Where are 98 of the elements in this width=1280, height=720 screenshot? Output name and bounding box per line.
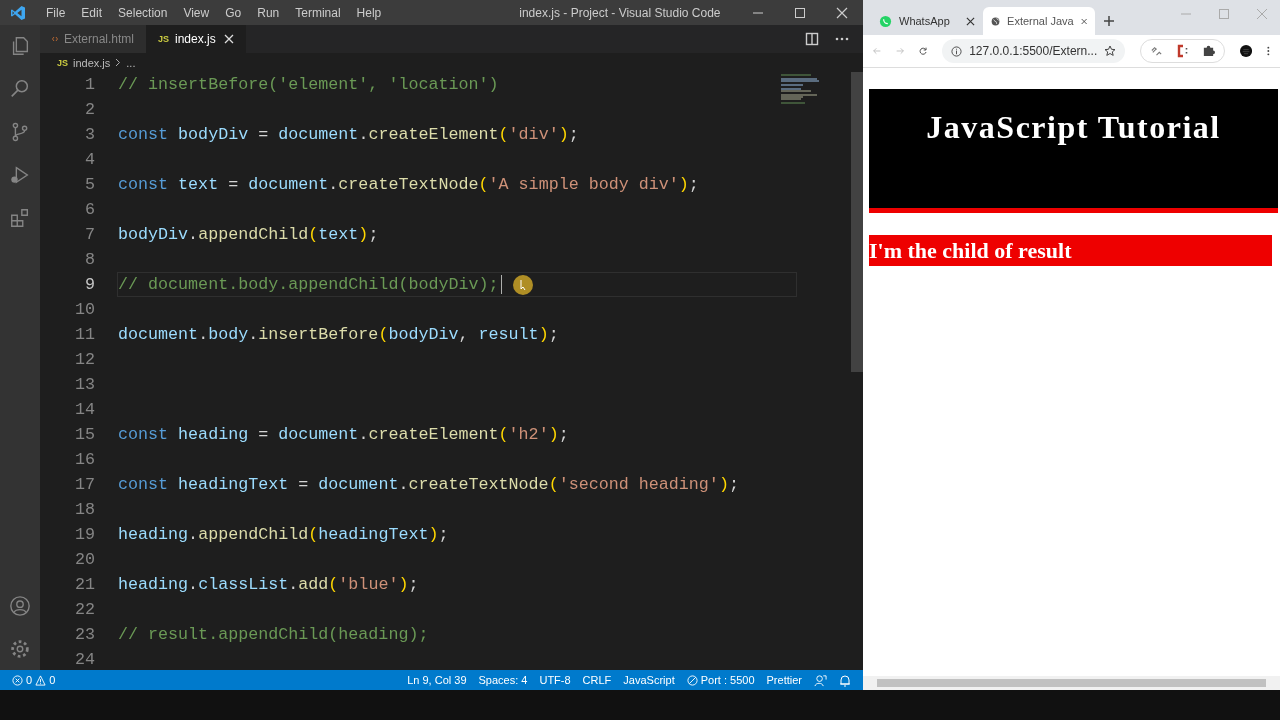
menu-item[interactable]: Selection xyxy=(110,5,176,20)
profile-avatar[interactable] xyxy=(1240,42,1253,60)
menu-icon[interactable] xyxy=(1267,44,1270,58)
line-number: 16 xyxy=(73,450,95,469)
line-number: 14 xyxy=(73,400,95,419)
line-number: 10 xyxy=(73,300,95,319)
close-icon[interactable] xyxy=(966,16,975,26)
search-icon[interactable] xyxy=(9,78,31,100)
breadcrumb-item[interactable]: ... xyxy=(126,56,136,69)
file-type-label: JS xyxy=(158,34,169,44)
status-item[interactable]: Ln 9, Col 39 xyxy=(407,674,467,686)
status-item[interactable]: Port : 5500 xyxy=(700,674,755,686)
run-debug-icon[interactable] xyxy=(9,164,31,186)
tab-label: External.html xyxy=(63,32,134,46)
mouse-pointer-icon xyxy=(512,273,535,296)
editor-tab[interactable]: JS index.js xyxy=(146,25,246,53)
code-line: const headingText = document.createTextNode('second heading'); xyxy=(118,475,739,494)
menu-item[interactable]: Go xyxy=(217,5,250,20)
line-number: 24 xyxy=(73,650,95,669)
status-item[interactable]: Spaces: 4 xyxy=(478,674,528,686)
settings-icon[interactable] xyxy=(9,638,31,660)
code-line: bodyDiv.appendChild(text); xyxy=(118,225,379,244)
line-number: 5 xyxy=(84,175,95,194)
code-line: heading.classList.add('blue'); xyxy=(118,575,419,594)
code-line: // document.body.appendChild(bodyDiv); xyxy=(118,275,499,294)
more-icon[interactable] xyxy=(835,37,849,41)
chat-bubble-icon xyxy=(879,14,892,28)
scrollbar[interactable] xyxy=(863,676,1280,690)
menu-item[interactable]: Run xyxy=(249,5,288,20)
status-item[interactable]: CRLF xyxy=(582,674,612,686)
menu-item[interactable]: Help xyxy=(348,5,390,20)
text-cursor xyxy=(500,275,503,294)
line-number: 7 xyxy=(84,225,95,244)
line-number: 17 xyxy=(73,475,95,494)
line-number: 3 xyxy=(84,125,95,144)
line-number: 12 xyxy=(73,350,95,369)
warning-count[interactable]: 0 xyxy=(49,674,56,686)
line-number: 15 xyxy=(73,425,95,444)
browser-tab[interactable]: WhatsApp xyxy=(871,7,983,35)
code-line: const heading = document.createElement('h2'); xyxy=(118,425,569,444)
breadcrumb-item[interactable]: index.js xyxy=(73,56,111,69)
code-line: const text = document.createTextNode('A simple body div'); xyxy=(118,175,699,194)
line-number: 1 xyxy=(84,75,95,94)
bell-icon[interactable] xyxy=(839,673,851,687)
result-text: I'm the child of result xyxy=(869,237,1072,264)
puzzle-icon[interactable] xyxy=(1202,44,1216,57)
page-heading: JavaScript Tutorial xyxy=(926,109,1221,147)
error-count[interactable]: 0 xyxy=(26,674,33,686)
account-icon[interactable] xyxy=(9,595,31,617)
line-number: 11 xyxy=(73,325,95,344)
blocked-icon xyxy=(686,674,698,686)
menu-item[interactable]: View xyxy=(175,5,218,20)
line-number: 20 xyxy=(73,550,95,569)
line-number: 8 xyxy=(84,250,95,269)
extensions-icon[interactable] xyxy=(9,207,31,229)
line-number: 18 xyxy=(73,500,95,519)
error-icon xyxy=(12,674,23,686)
warning-icon xyxy=(35,674,47,686)
line-number: 9 xyxy=(84,275,95,294)
line-number: 19 xyxy=(73,525,95,544)
menu-item[interactable]: Edit xyxy=(73,5,111,20)
tab-label: WhatsApp xyxy=(899,15,951,27)
html-file-icon xyxy=(52,34,58,44)
vscode-logo-icon xyxy=(10,4,26,21)
code-line: // result.appendChild(heading); xyxy=(118,625,429,644)
line-number: 13 xyxy=(73,375,95,394)
chevron-icon xyxy=(115,58,122,67)
tab-label: External Java xyxy=(1007,15,1074,27)
maximize-icon[interactable] xyxy=(794,6,806,19)
line-number: 4 xyxy=(84,150,95,169)
line-number: 23 xyxy=(73,625,95,644)
feedback-icon[interactable] xyxy=(814,673,827,687)
line-number: 6 xyxy=(84,200,95,219)
line-number: 2 xyxy=(84,100,95,119)
reload-icon[interactable] xyxy=(919,45,928,57)
code-line: const bodyDiv = document.createElement('div'); xyxy=(118,125,579,144)
status-item[interactable]: UTF-8 xyxy=(539,674,571,686)
code-line: heading.appendChild(headingText); xyxy=(118,525,449,544)
extension-c-icon[interactable] xyxy=(1176,44,1190,58)
menu-item[interactable]: File xyxy=(38,5,74,20)
line-number: 22 xyxy=(73,600,95,619)
editor-tab[interactable]: External.html xyxy=(40,25,146,53)
file-type-label: JS xyxy=(57,57,68,68)
tab-label: index.js xyxy=(175,32,217,46)
menu-item[interactable]: Terminal xyxy=(287,5,349,20)
new-tab-icon[interactable] xyxy=(1103,15,1115,27)
status-item[interactable]: JavaScript xyxy=(623,674,675,686)
info-icon xyxy=(951,45,963,57)
scrollbar[interactable] xyxy=(851,72,863,372)
code-line: // insertBefore('element', 'location') xyxy=(118,75,499,94)
address-bar[interactable]: 127.0.0.1:5500/Extern... xyxy=(942,39,1126,63)
split-editor-icon[interactable] xyxy=(805,32,819,46)
code-line: document.body.insertBefore(bodyDiv, result); xyxy=(118,325,559,344)
status-item[interactable]: Prettier xyxy=(766,674,802,686)
line-number: 21 xyxy=(73,575,95,594)
star-icon[interactable] xyxy=(1104,45,1117,57)
browser-tab[interactable]: External Java xyxy=(983,7,1095,35)
window-title: index.js - Project - Visual Studio Code xyxy=(519,5,722,20)
